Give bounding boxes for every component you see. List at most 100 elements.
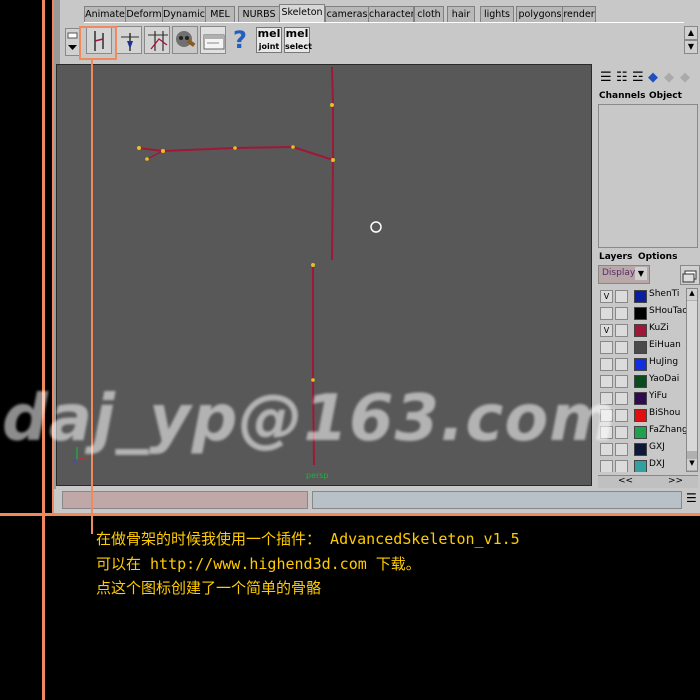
annotation-line-3: 点这个图标创建了一个简单的骨骼 xyxy=(96,579,322,597)
tab-skeleton[interactable]: Skeleton xyxy=(279,4,325,23)
tab-animate[interactable]: Animate xyxy=(84,6,126,22)
skin-tool-button[interactable] xyxy=(172,26,198,54)
scroll-up-arrow[interactable]: ▲ xyxy=(687,289,697,300)
layer-color-swatch[interactable] xyxy=(634,392,647,405)
guide-line-horizontal xyxy=(0,513,700,516)
tab-lights[interactable]: lights xyxy=(480,6,514,22)
layer-color-swatch[interactable] xyxy=(634,426,647,439)
pointer-line xyxy=(91,60,93,534)
annotation-line-2: 可以在 http://www.highend3d.com 下载。 xyxy=(96,555,421,573)
annotation-line-1: 在做骨架的时候我使用一个插件： AdvancedSkeleton_v1.5 xyxy=(96,530,520,548)
layer-color-swatch[interactable] xyxy=(634,307,647,320)
tool-settings-icon[interactable]: ☲ xyxy=(632,70,644,85)
shelf-scroll-down[interactable]: ▼ xyxy=(684,40,698,54)
joint-marker xyxy=(137,146,141,150)
layer-color-swatch[interactable] xyxy=(634,460,647,472)
layer-template-toggle[interactable] xyxy=(615,324,628,337)
layer-color-swatch[interactable] xyxy=(634,409,647,422)
help-icon: ? xyxy=(233,26,247,54)
mel-joint-button[interactable]: mel joint xyxy=(256,27,282,53)
layer-row[interactable]: V ShenTi xyxy=(600,288,688,305)
disabled-icon: ◆ xyxy=(664,70,674,85)
layer-name: HuJing xyxy=(649,357,679,367)
layers-menu[interactable]: Layers xyxy=(599,252,632,262)
layer-row[interactable]: SHouTao xyxy=(600,305,688,322)
command-line-field[interactable] xyxy=(62,491,308,509)
tab-cloth[interactable]: cloth xyxy=(414,6,444,22)
tab-deform[interactable]: Deform xyxy=(125,6,163,22)
joint-marker xyxy=(161,149,165,153)
load-button[interactable] xyxy=(200,26,226,54)
layer-visibility-toggle[interactable]: V xyxy=(600,324,613,337)
chevron-down-icon: ▼ xyxy=(635,267,647,280)
layer-color-swatch[interactable] xyxy=(634,358,647,371)
display-dropdown[interactable]: Display ▼ xyxy=(598,265,650,284)
layer-visibility-toggle[interactable] xyxy=(600,307,613,320)
ik-spline-icon xyxy=(148,31,168,51)
disabled-icon: ◆ xyxy=(680,70,690,85)
shelf-scroll-up[interactable]: ▲ xyxy=(684,26,698,40)
script-editor-icon[interactable]: ☰ xyxy=(686,491,697,505)
joint-marker xyxy=(330,103,334,107)
display-dropdown-value: Display xyxy=(602,268,636,278)
scroll-down-arrow[interactable]: ▼ xyxy=(687,459,697,470)
layer-row[interactable]: DXJ xyxy=(600,458,688,472)
shelf-menu-icon xyxy=(67,32,78,50)
layer-scrollbar[interactable]: ▲ ▼ xyxy=(686,288,698,472)
layer-prev-button[interactable]: << xyxy=(618,476,633,486)
layer-color-swatch[interactable] xyxy=(634,443,647,456)
layer-row[interactable]: EiHuan xyxy=(600,339,688,356)
layer-visibility-toggle[interactable] xyxy=(600,358,613,371)
hand-bone xyxy=(138,147,164,152)
layer-row[interactable]: V KuZi xyxy=(600,322,688,339)
layer-visibility-toggle[interactable]: V xyxy=(600,290,613,303)
layer-visibility-toggle[interactable] xyxy=(600,460,613,472)
ik-spline-button[interactable] xyxy=(144,26,170,54)
layer-name: SHouTao xyxy=(649,306,688,316)
layer-visibility-toggle[interactable] xyxy=(600,341,613,354)
object-menu[interactable]: Object xyxy=(649,91,682,101)
mel-select-button[interactable]: mel select xyxy=(284,27,312,53)
attribute-editor-icon[interactable]: ☷ xyxy=(616,70,628,85)
command-feedback-field xyxy=(312,491,682,509)
layer-template-toggle[interactable] xyxy=(615,290,628,303)
layer-name: GXJ xyxy=(649,442,665,452)
layer-name: DXJ xyxy=(649,459,665,469)
channel-box-icon[interactable]: ☰ xyxy=(600,70,612,85)
ik-handle-button[interactable] xyxy=(116,26,142,54)
layers-icon[interactable]: ◆ xyxy=(648,70,658,85)
layer-template-toggle[interactable] xyxy=(615,341,628,354)
help-button[interactable]: ? xyxy=(228,26,254,54)
channels-menu[interactable]: Channels xyxy=(599,91,645,101)
tab-nurbs[interactable]: NURBS xyxy=(238,6,280,22)
highlight-box xyxy=(79,26,117,60)
tab-hair[interactable]: hair xyxy=(447,6,475,22)
tab-dynamic[interactable]: Dynamic xyxy=(162,6,206,22)
layer-nav: << >> xyxy=(598,475,698,488)
layer-template-toggle[interactable] xyxy=(615,358,628,371)
layer-color-swatch[interactable] xyxy=(634,341,647,354)
new-layer-button[interactable] xyxy=(680,265,700,285)
channel-box xyxy=(598,104,698,248)
tab-character[interactable]: character xyxy=(368,6,414,22)
layer-template-toggle[interactable] xyxy=(615,460,628,472)
layer-color-swatch[interactable] xyxy=(634,290,647,303)
layer-template-toggle[interactable] xyxy=(615,307,628,320)
mel-joint-label: joint xyxy=(258,42,280,51)
mel-select-top: mel xyxy=(285,27,309,40)
spine-bone-1 xyxy=(331,66,334,106)
tab-cameras[interactable]: cameras xyxy=(325,6,369,22)
tab-render[interactable]: render xyxy=(562,6,596,22)
joint-marker xyxy=(145,157,149,161)
channels-header: Channels Object xyxy=(598,90,698,102)
tab-polygons[interactable]: polygons xyxy=(516,6,564,22)
upper-arm-bone xyxy=(234,146,294,149)
layer-next-button[interactable]: >> xyxy=(668,476,683,486)
layer-row[interactable]: HuJing xyxy=(600,356,688,373)
scroll-thumb[interactable] xyxy=(687,301,697,451)
layer-color-swatch[interactable] xyxy=(634,324,647,337)
tab-mel[interactable]: MEL xyxy=(205,6,235,22)
axis-z-label: z xyxy=(73,457,78,466)
layer-color-swatch[interactable] xyxy=(634,375,647,388)
options-menu[interactable]: Options xyxy=(638,252,677,262)
